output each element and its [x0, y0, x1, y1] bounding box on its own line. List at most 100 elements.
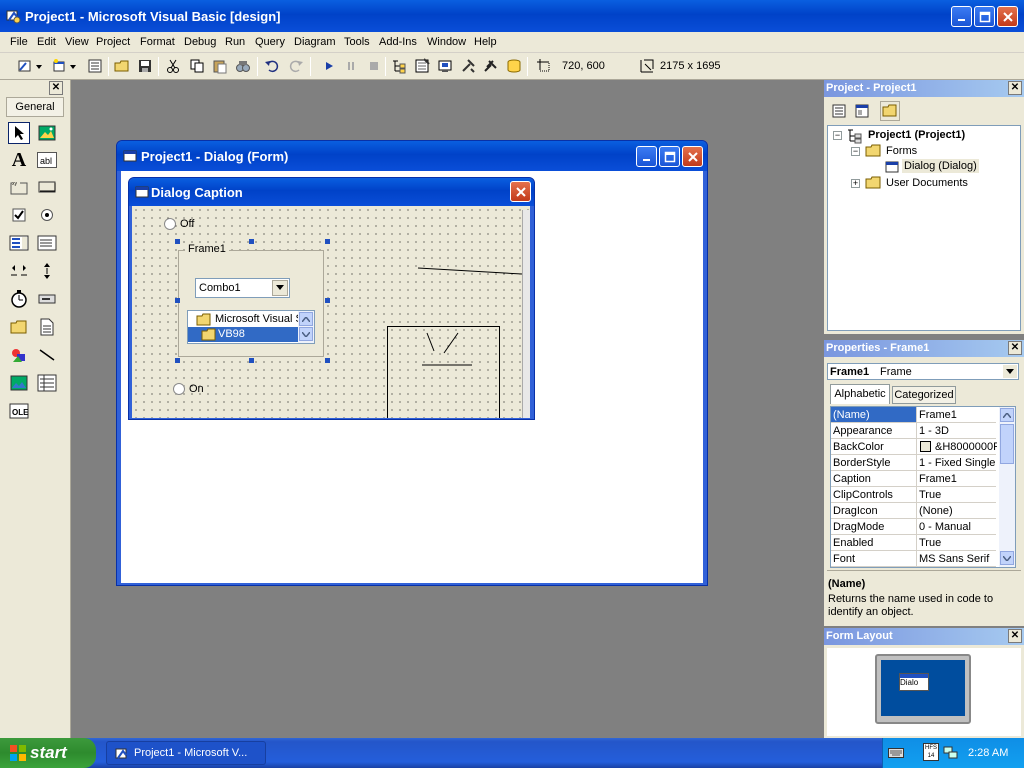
selection-handle[interactable]	[175, 298, 180, 303]
menu-run[interactable]: Run	[225, 36, 245, 48]
break-icon[interactable]	[342, 57, 360, 75]
paste-icon[interactable]	[211, 57, 229, 75]
toolbox-close-icon[interactable]: ✕	[49, 81, 63, 95]
combo1[interactable]: Combo1	[195, 278, 290, 298]
property-grid-scrollbar[interactable]	[999, 407, 1015, 567]
mini-dialog[interactable]: Dialo	[899, 673, 929, 691]
project-explorer-icon[interactable]	[390, 57, 408, 75]
menu-view[interactable]: View	[65, 36, 89, 48]
selection-handle[interactable]	[249, 358, 254, 363]
close-button[interactable]	[997, 6, 1018, 27]
scroll-thumb[interactable]	[1000, 424, 1014, 464]
redo-icon[interactable]	[287, 57, 305, 75]
property-row[interactable]: Font MS Sans Serif	[831, 551, 996, 567]
menu-help[interactable]: Help	[474, 36, 497, 48]
keyboard-icon[interactable]	[888, 747, 904, 762]
property-row[interactable]: BackColor &H8000000F	[831, 439, 997, 455]
menu-project[interactable]: Project	[96, 36, 130, 48]
hscrollbar-tool-icon[interactable]	[8, 260, 30, 282]
dir-listbox[interactable]: Microsoft Visual S VB98	[187, 310, 315, 344]
form-layout-icon[interactable]	[436, 57, 454, 75]
tree-item-dialog[interactable]: Dialog (Dialog)	[902, 159, 979, 173]
scroll-down-icon[interactable]	[1000, 551, 1014, 565]
data-view-icon[interactable]	[505, 57, 523, 75]
property-row[interactable]: ClipControls True	[831, 487, 996, 503]
dialog-close-button[interactable]	[510, 181, 531, 202]
checkbox-tool-icon[interactable]	[8, 204, 30, 226]
frame-tool-icon[interactable]: xy	[8, 176, 30, 198]
object-selector[interactable]: Frame1 Frame	[827, 363, 1019, 380]
scroll-up-icon[interactable]	[299, 312, 313, 326]
dialog-grid-surface[interactable]: Off Frame1 Combo1 Microsoft Visual S VB9…	[132, 206, 530, 418]
line-control[interactable]	[417, 266, 530, 280]
scroll-up-icon[interactable]	[1000, 408, 1014, 422]
vscrollbar-tool-icon[interactable]	[36, 260, 58, 282]
drivelistbox-tool-icon[interactable]	[36, 288, 58, 310]
app-title-bar[interactable]: Project1 - Microsoft Visual Basic [desig…	[0, 0, 1024, 32]
tab-categorized[interactable]: Categorized	[892, 386, 956, 404]
chevron-down-icon[interactable]	[1003, 365, 1017, 378]
listbox-tool-icon[interactable]	[36, 232, 58, 254]
selection-handle[interactable]	[325, 358, 330, 363]
tree-item-project[interactable]: Project1 (Project1)	[868, 129, 965, 141]
textbox-tool-icon[interactable]: abl	[36, 149, 58, 171]
open-project-icon[interactable]	[113, 57, 131, 75]
scroll-down-icon[interactable]	[299, 327, 313, 341]
list-item-selected[interactable]: VB98	[188, 327, 298, 342]
image-tool-icon[interactable]	[8, 372, 30, 394]
tree-item-forms[interactable]: Forms	[886, 145, 917, 157]
combobox-tool-icon[interactable]	[8, 232, 30, 254]
find-icon[interactable]	[234, 57, 252, 75]
menu-tools[interactable]: Tools	[344, 36, 370, 48]
project-pane-close-icon[interactable]: ✕	[1008, 81, 1022, 95]
start-run-icon[interactable]	[320, 57, 338, 75]
tree-collapse-icon[interactable]: −	[833, 131, 842, 140]
dialog-vertical-scrollbar[interactable]	[522, 210, 530, 418]
list-scrollbar[interactable]	[298, 311, 314, 343]
menu-editor-icon[interactable]	[86, 57, 104, 75]
menu-edit[interactable]: Edit	[37, 36, 56, 48]
menu-debug[interactable]: Debug	[184, 36, 216, 48]
line-tool-icon[interactable]	[36, 344, 58, 366]
form-window-title-bar[interactable]: Project1 - Dialog (Form)	[117, 141, 707, 171]
filelistbox-tool-icon[interactable]	[36, 316, 58, 338]
form-close-button[interactable]	[682, 146, 703, 167]
menu-format[interactable]: Format	[140, 36, 175, 48]
ole-tool-icon[interactable]: OLE	[8, 400, 30, 422]
selection-handle[interactable]	[249, 239, 254, 244]
form-minimize-button[interactable]	[636, 146, 657, 167]
dialog-title-bar[interactable]: Dialog Caption	[129, 178, 534, 206]
dialog-form[interactable]: Dialog Caption Off Frame1 Combo1 Microso…	[128, 177, 535, 420]
toolbox-tab-general[interactable]: General	[6, 97, 64, 117]
menu-diagram[interactable]: Diagram	[294, 36, 336, 48]
properties-pane-close-icon[interactable]: ✕	[1008, 341, 1022, 355]
add-form-icon[interactable]	[50, 57, 78, 75]
view-code-icon[interactable]	[829, 101, 849, 121]
option-off-radio[interactable]	[164, 218, 176, 233]
start-button[interactable]: start	[0, 738, 96, 768]
menu-addins[interactable]: Add-Ins	[379, 36, 417, 48]
selection-handle[interactable]	[175, 358, 180, 363]
picturebox-tool-icon[interactable]	[36, 122, 58, 144]
properties-window-icon[interactable]	[413, 57, 431, 75]
minimize-button[interactable]	[951, 6, 972, 27]
toggle-folders-icon[interactable]	[880, 101, 900, 121]
form-maximize-button[interactable]	[659, 146, 680, 167]
shape-tool-icon[interactable]	[8, 344, 30, 366]
property-row[interactable]: Appearance 1 - 3D	[831, 423, 996, 439]
pointer-tool-icon[interactable]	[8, 122, 30, 144]
commandbutton-tool-icon[interactable]	[36, 176, 58, 198]
cut-icon[interactable]	[164, 57, 182, 75]
save-project-icon[interactable]	[136, 57, 154, 75]
form-layout-close-icon[interactable]: ✕	[1008, 629, 1022, 643]
menu-file[interactable]: File	[10, 36, 28, 48]
tree-expand-icon[interactable]: +	[851, 179, 860, 188]
property-row[interactable]: DragIcon (None)	[831, 503, 996, 519]
menu-query[interactable]: Query	[255, 36, 285, 48]
add-project-icon[interactable]	[16, 57, 44, 75]
selection-handle[interactable]	[325, 239, 330, 244]
timer-tool-icon[interactable]	[8, 288, 30, 310]
optionbutton-tool-icon[interactable]	[36, 204, 58, 226]
tab-alphabetic[interactable]: Alphabetic	[830, 384, 890, 404]
selection-handle[interactable]	[325, 298, 330, 303]
